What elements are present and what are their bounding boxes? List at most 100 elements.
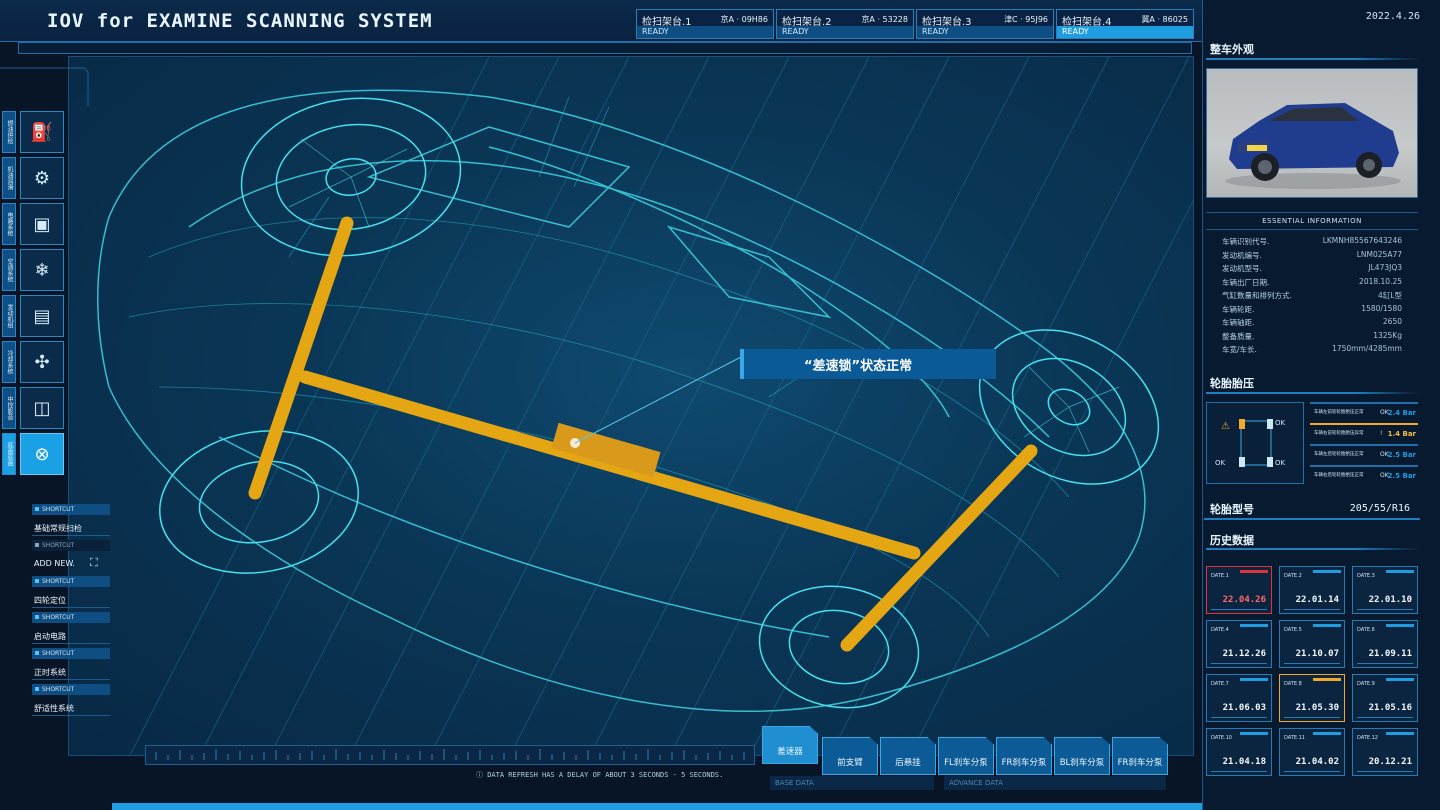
history-label: DATE.11 [1284, 735, 1305, 741]
divider [1206, 58, 1420, 60]
shortcut-comfort-system[interactable]: SHORTCUT 舒适性系统 [30, 684, 112, 720]
bay-tab-4[interactable]: 检扫架台.4 冀A · 86025 READY [1056, 9, 1194, 39]
history-card[interactable]: DATE.7 21.06.03 [1206, 674, 1272, 722]
sidebar-item-label: 发动机组 [2, 295, 16, 337]
shortcut-name: ADD NEW. [34, 559, 75, 568]
bay-tab-1[interactable]: 检扫架台.1 京A · 09H86 READY [636, 9, 774, 39]
tire-label: 车辆左前轮轮胎胎压正常 [1314, 410, 1364, 415]
bay-tab-3[interactable]: 检扫架台.3 津C · 95J96 READY [916, 9, 1054, 39]
tire-value: 1.4 Bar [1387, 430, 1416, 438]
tire-label: 车辆右后轮轮胎胎压正常 [1314, 473, 1364, 478]
info-key: 车辆识别代号. [1222, 237, 1270, 246]
info-key: 车辆轮距. [1222, 304, 1255, 314]
info-value: 2018.10.25 [1359, 276, 1402, 286]
tire-spec-label: 轮胎型号 [1210, 503, 1254, 516]
history-card[interactable]: DATE.6 21.09.11 [1352, 620, 1418, 668]
divider [32, 535, 110, 536]
sidebar-item-lubrication[interactable]: 机油润滑 ⚙ [2, 157, 64, 199]
history-label: DATE.12 [1357, 735, 1378, 741]
info-key: 车辆轴距. [1222, 318, 1255, 327]
history-card[interactable]: DATE.4 21.12.26 [1206, 620, 1272, 668]
fuel-pump-icon: ⛽ [20, 111, 64, 153]
sidebar-item-circuit[interactable]: 电路系统 ▣ [2, 203, 64, 245]
essential-info-title: ESSENTIAL INFORMATION [1206, 212, 1418, 230]
info-row: 车辆出厂日期. 2018.10.25 [1206, 277, 1418, 291]
history-card[interactable]: DATE.8 21.05.30 [1279, 674, 1345, 722]
sidebar-item-engine[interactable]: 发动机组 ▤ [2, 295, 64, 337]
info-value: 1750mm/4285mm [1332, 344, 1402, 353]
sidebar-item-aircon[interactable]: 空调系统 ❄ [2, 249, 64, 291]
shortcut-add-new[interactable]: SHORTCUT ADD NEW. ⛶ [30, 540, 112, 576]
date-label: 2022.4.26 [1365, 11, 1420, 22]
expand-icon[interactable]: ⛶ [90, 556, 98, 570]
info-row: 气缸数量和排列方式. 4缸L型 [1206, 290, 1418, 304]
tab-rear-suspension[interactable]: 后悬挂 [880, 737, 936, 775]
tab-fl-brake[interactable]: FL刹车分泵 [938, 737, 994, 775]
history-card[interactable]: DATE.11 21.04.02 [1279, 728, 1345, 776]
info-value: 2650 [1382, 317, 1402, 326]
essential-info-table: ESSENTIAL INFORMATION 车辆识别代号. LKMNH855676… [1206, 212, 1418, 358]
history-date: 21.06.03 [1222, 703, 1266, 713]
tab-fr-brake[interactable]: FR刹车分泵 [996, 737, 1052, 775]
history-label: DATE.6 [1357, 627, 1375, 633]
divider [1206, 392, 1420, 394]
shortcut-wheel-alignment[interactable]: SHORTCUT 四轮定位 [30, 576, 112, 612]
sidebar-item-media[interactable]: 中控影音 ◫ [2, 387, 64, 429]
sidebar-item-label: 空调系统 [2, 249, 16, 291]
shortcut-timing-system[interactable]: SHORTCUT 正时系统 [30, 648, 112, 684]
tire-row-warning: 车辆右前轮轮胎胎压异常 ! 1.4 Bar [1310, 423, 1418, 444]
tire-pressure-title: 轮胎胎压 [1210, 377, 1254, 390]
history-card[interactable]: DATE.10 21.04.18 [1206, 728, 1272, 776]
shortcut-start-circuit[interactable]: SHORTCUT 启动电路 [30, 612, 112, 648]
divider [32, 643, 110, 644]
history-date: 21.04.02 [1295, 757, 1339, 767]
info-row: 车宽/车长. 1750mm/4285mm [1206, 344, 1418, 358]
history-card[interactable]: DATE.9 21.05.16 [1352, 674, 1418, 722]
shortcut-tag: SHORTCUT [32, 612, 110, 623]
history-label: DATE.1 [1211, 573, 1229, 579]
info-value: LKMNH85567643246 [1322, 236, 1402, 245]
timeline-scrubber[interactable] [145, 745, 755, 765]
tire-row: 车辆左后轮轮胎胎压正常 OK 2.5 Bar [1310, 444, 1418, 465]
history-card[interactable]: DATE.12 20.12.21 [1352, 728, 1418, 776]
bay-status: READY [917, 26, 1053, 38]
info-value: 1325Kg [1373, 330, 1402, 340]
tire-label: 车辆左后轮轮胎胎压正常 [1314, 452, 1364, 457]
sidebar-item-chassis[interactable]: 底盘底盘 ⊗ [2, 433, 64, 475]
shortcut-name: 基础常规扫检 [34, 524, 82, 533]
advance-data-label: ADVANCE DATA [944, 776, 1166, 790]
history-card[interactable]: DATE.1 22.04.26 [1206, 566, 1272, 614]
history-date: 21.05.30 [1295, 703, 1339, 713]
info-row: 发动机型号. JL473JQ3 [1206, 263, 1418, 277]
history-date: 22.01.10 [1368, 595, 1412, 605]
tab-bl-brake[interactable]: BL刹车分泵 [1054, 737, 1110, 775]
history-date: 21.10.07 [1295, 649, 1339, 659]
shortcut-name: 舒适性系统 [34, 704, 74, 713]
info-row: 车辆轴距. 2650 [1206, 317, 1418, 331]
history-title: 历史数据 [1210, 534, 1254, 547]
divider [32, 715, 110, 716]
bay-status: READY [1057, 26, 1193, 38]
fan-icon: ✣ [20, 341, 64, 383]
history-date: 21.12.26 [1222, 649, 1266, 659]
history-date: 21.09.11 [1368, 649, 1412, 659]
history-card[interactable]: DATE.2 22.01.14 [1279, 566, 1345, 614]
sidebar-item-cooling[interactable]: 冷却系统 ✣ [2, 341, 64, 383]
info-row: 整备质量. 1325Kg [1206, 331, 1418, 345]
history-label: DATE.10 [1211, 735, 1232, 741]
tab-differential[interactable]: 差速器 [762, 726, 818, 764]
history-date: 22.01.14 [1295, 595, 1339, 605]
tab-front-arm[interactable]: 前支臂 [822, 737, 878, 775]
chassis-icon: ⊗ [20, 433, 64, 475]
history-card[interactable]: DATE.3 22.01.10 [1352, 566, 1418, 614]
history-card[interactable]: DATE.5 21.10.07 [1279, 620, 1345, 668]
tab-fr-brake-2[interactable]: FR刹车分泵 [1112, 737, 1168, 775]
shortcut-basic-scan[interactable]: SHORTCUT 基础常规扫检 [30, 504, 112, 540]
bay-tab-2[interactable]: 检扫架台.2 京A · 53228 READY [776, 9, 914, 39]
vehicle-wireframe-viewport[interactable] [68, 56, 1194, 756]
info-key: 气缸数量和排列方式. [1222, 291, 1292, 300]
car-image [1225, 103, 1401, 189]
bay-plate: 京A · 09H86 [720, 15, 768, 24]
tire-diagram: ⚠ OK OK OK [1206, 402, 1304, 484]
sidebar-item-fuel[interactable]: 燃油供给 ⛽ [2, 111, 64, 153]
